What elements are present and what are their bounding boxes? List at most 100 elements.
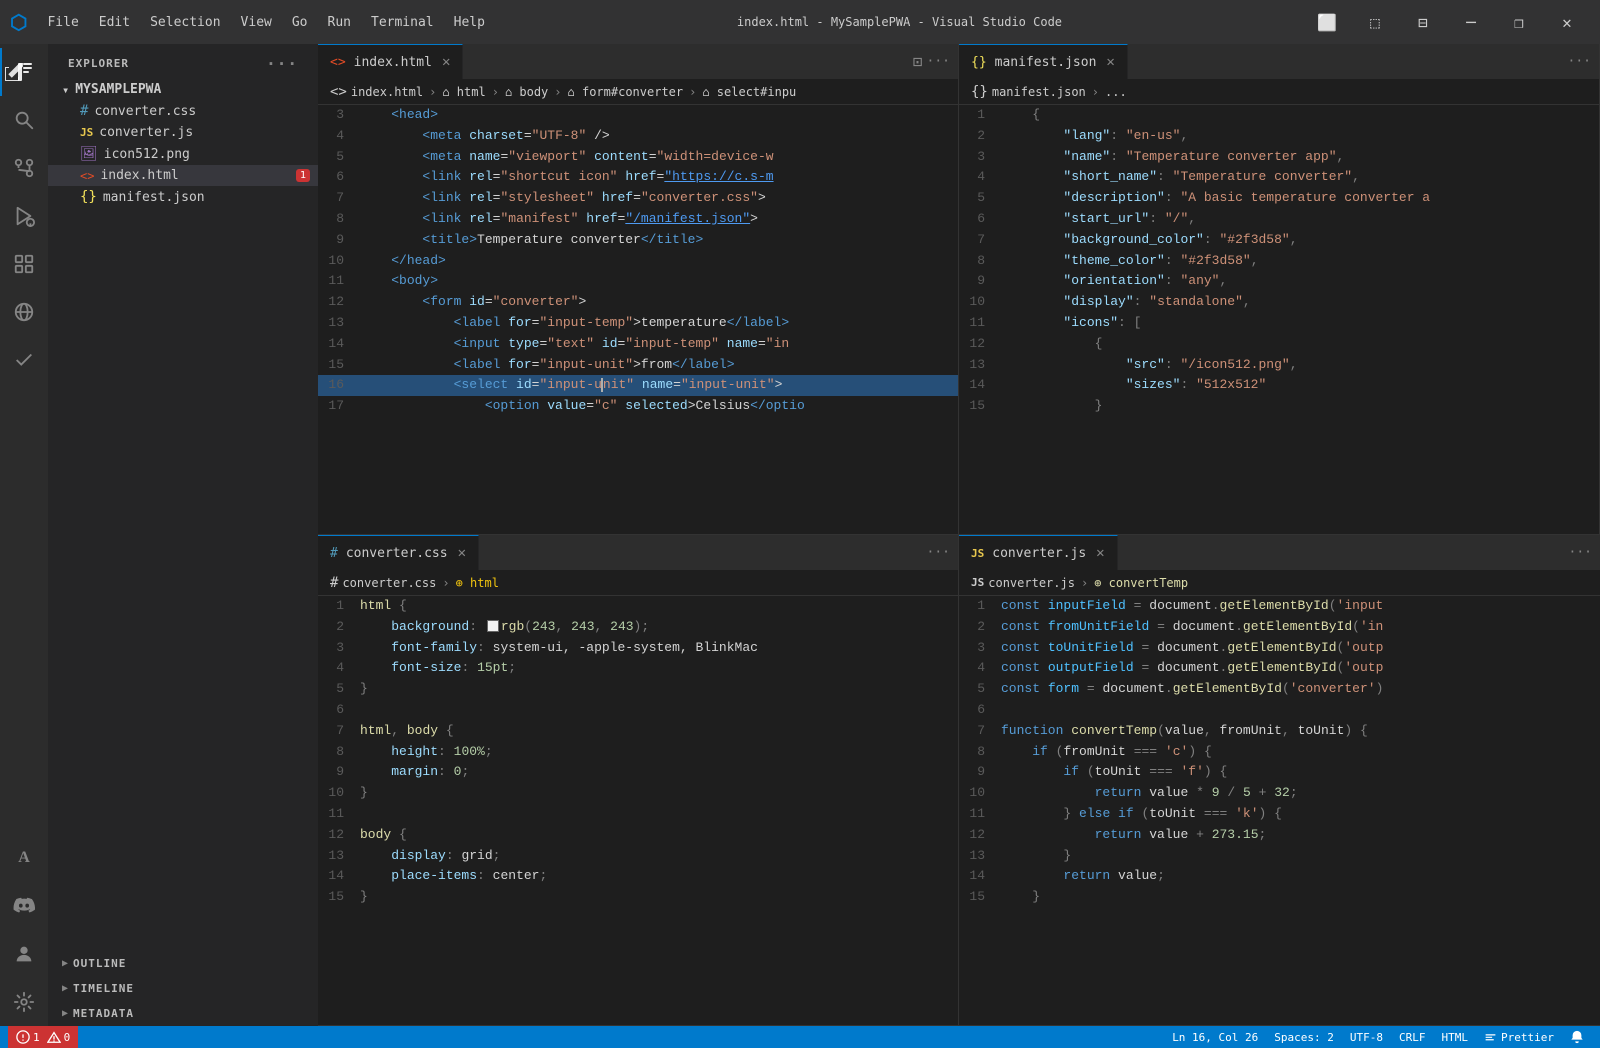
bc-html-selector: ⊕ html bbox=[456, 576, 499, 590]
tab-actions-top-left: ⊡ ··· bbox=[905, 44, 958, 79]
menu-selection[interactable]: Selection bbox=[140, 11, 230, 34]
code-line-10: 10 </head> bbox=[318, 251, 958, 272]
more-actions-icon-right[interactable]: ··· bbox=[1568, 54, 1591, 69]
file-name-converter-css: converter.css bbox=[94, 104, 196, 119]
tab-converter-css[interactable]: # converter.css ✕ bbox=[318, 535, 479, 570]
code-area-converter-js[interactable]: 1 const inputField = document.getElement… bbox=[959, 596, 1600, 1025]
code-area-index-html[interactable]: 3 <head> 4 <meta charset="UTF-8" /> 5 <m… bbox=[318, 105, 958, 534]
activity-run[interactable] bbox=[0, 192, 48, 240]
file-index-html[interactable]: <> index.html 1 bbox=[48, 165, 318, 186]
status-line-ending[interactable]: CRLF bbox=[1391, 1026, 1434, 1048]
js-file-icon: JS bbox=[80, 126, 93, 139]
css-line-14: 14 place-items: center; bbox=[318, 866, 958, 887]
menu-go[interactable]: Go bbox=[282, 11, 318, 34]
folder-chevron: ▾ bbox=[62, 83, 69, 97]
activity-font[interactable]: A bbox=[0, 834, 48, 882]
sidebar: EXPLORER ··· ▾ MYSAMPLEPWA # converter.c… bbox=[48, 44, 318, 1026]
menu-run[interactable]: Run bbox=[318, 11, 361, 34]
tab-name-converter-css: converter.css bbox=[346, 546, 448, 561]
split-icon[interactable]: ⬚ bbox=[1352, 7, 1398, 37]
json-line-15: 15 } bbox=[959, 396, 1599, 417]
breadcrumb-index-html: <> index.html › ⌂ html › ⌂ body › ⌂ form… bbox=[318, 79, 958, 105]
status-encoding[interactable]: UTF-8 bbox=[1342, 1026, 1391, 1048]
menu-terminal[interactable]: Terminal bbox=[361, 11, 444, 34]
activity-source-control[interactable] bbox=[0, 144, 48, 192]
activity-remote[interactable] bbox=[0, 288, 48, 336]
tab-index-html[interactable]: <> index.html ✕ bbox=[318, 44, 463, 79]
explorer-tree: ▾ MYSAMPLEPWA # converter.css JS convert… bbox=[48, 79, 318, 208]
more-actions-css[interactable]: ··· bbox=[927, 545, 950, 560]
activity-explorer[interactable] bbox=[0, 48, 48, 96]
tab-close-manifest-json[interactable]: ✕ bbox=[1106, 54, 1114, 70]
window-controls: ⬜ ⬚ ⊟ ─ ❐ ✕ bbox=[1304, 7, 1590, 37]
css-line-2: 2 background: rgb(243, 243, 243); bbox=[318, 617, 958, 638]
formatter-icon bbox=[1484, 1031, 1497, 1044]
close-button[interactable]: ✕ bbox=[1544, 7, 1590, 37]
json-line-13: 13 "src": "/icon512.png", bbox=[959, 355, 1599, 376]
activity-extensions[interactable] bbox=[0, 240, 48, 288]
timeline-section[interactable]: ▶ TIMELINE bbox=[48, 976, 318, 1001]
more-actions-icon[interactable]: ··· bbox=[927, 54, 950, 69]
menu-file[interactable]: File bbox=[37, 11, 88, 34]
tab-converter-js[interactable]: JS converter.js ✕ bbox=[959, 535, 1118, 570]
split-editor-icon[interactable]: ⊡ bbox=[913, 52, 923, 71]
bc-html-tag: ⌂ html bbox=[442, 85, 485, 99]
activity-accounts[interactable] bbox=[0, 930, 48, 978]
tab-close-converter-css[interactable]: ✕ bbox=[458, 545, 466, 561]
bc-json-icon: {} bbox=[971, 84, 988, 100]
file-manifest-json[interactable]: {} manifest.json bbox=[48, 186, 318, 208]
more-actions-js[interactable]: ··· bbox=[1569, 545, 1592, 560]
menu-view[interactable]: View bbox=[231, 11, 282, 34]
outline-section[interactable]: ▶ OUTLINE bbox=[48, 951, 318, 976]
tab-close-converter-js[interactable]: ✕ bbox=[1096, 545, 1104, 561]
panels-icon[interactable]: ⊟ bbox=[1400, 7, 1446, 37]
layout-icon[interactable]: ⬜ bbox=[1304, 7, 1350, 37]
code-line-6: 6 <link rel="shortcut icon" href="https:… bbox=[318, 167, 958, 188]
minimize-button[interactable]: ─ bbox=[1448, 7, 1494, 37]
status-position[interactable]: Ln 16, Col 26 bbox=[1164, 1026, 1266, 1048]
css-line-3: 3 font-family: system-ui, -apple-system,… bbox=[318, 638, 958, 659]
main-container: A EXPLORER ··· ▾ MYSAMP bbox=[0, 44, 1600, 1026]
status-language[interactable]: HTML bbox=[1434, 1026, 1477, 1048]
status-formatter[interactable]: Prettier bbox=[1476, 1026, 1562, 1048]
code-line-17: 17 <option value="c" selected>Celsius</o… bbox=[318, 396, 958, 417]
code-line-5: 5 <meta name="viewport" content="width=d… bbox=[318, 147, 958, 168]
bc-dots: ... bbox=[1105, 85, 1127, 99]
css-file-icon: # bbox=[80, 103, 88, 119]
activity-search[interactable] bbox=[0, 96, 48, 144]
tab-bar-top-left: <> index.html ✕ ⊡ ··· bbox=[318, 44, 958, 79]
file-converter-js[interactable]: JS converter.js bbox=[48, 122, 318, 143]
tab-manifest-json[interactable]: {} manifest.json ✕ bbox=[959, 44, 1128, 79]
status-error-count[interactable]: 1 0 bbox=[8, 1026, 78, 1048]
status-notifications[interactable] bbox=[1562, 1026, 1592, 1048]
metadata-section[interactable]: ▶ METADATA bbox=[48, 1001, 318, 1026]
editor-pane-converter-js: JS converter.js ✕ ··· JS converter.js › … bbox=[959, 535, 1600, 1026]
json-line-2: 2 "lang": "en-us", bbox=[959, 126, 1599, 147]
maximize-button[interactable]: ❐ bbox=[1496, 7, 1542, 37]
tree-folder-mysamplepwa[interactable]: ▾ MYSAMPLEPWA bbox=[48, 79, 318, 100]
code-area-manifest-json[interactable]: 1 { 2 "lang": "en-us", 3 "name": "Temper… bbox=[959, 105, 1599, 534]
file-icon512-png[interactable]: 🖼 icon512.png bbox=[48, 143, 318, 165]
sidebar-title: EXPLORER bbox=[68, 57, 129, 70]
code-area-converter-css[interactable]: 1 html { 2 background: rgb(243, 243, 243… bbox=[318, 596, 958, 1025]
css-tab-icon: # bbox=[330, 546, 338, 561]
activity-settings[interactable] bbox=[0, 978, 48, 1026]
menu-help[interactable]: Help bbox=[444, 11, 495, 34]
json-line-9: 9 "orientation": "any", bbox=[959, 271, 1599, 292]
tab-close-index-html[interactable]: ✕ bbox=[442, 54, 450, 70]
editor-pane-manifest-json: {} manifest.json ✕ ··· {} manifest.json … bbox=[959, 44, 1600, 535]
activity-discord[interactable] bbox=[0, 882, 48, 930]
bc-manifest: manifest.json bbox=[992, 85, 1086, 99]
code-line-15: 15 <label for="input-unit">from</label> bbox=[318, 355, 958, 376]
activity-testing[interactable] bbox=[0, 336, 48, 384]
menu-edit[interactable]: Edit bbox=[89, 11, 140, 34]
activity-bar: A bbox=[0, 44, 48, 1026]
status-spaces[interactable]: Spaces: 2 bbox=[1266, 1026, 1342, 1048]
code-line-16: 16 <select id="input-unit" name="input-u… bbox=[318, 375, 958, 396]
css-line-11: 11 bbox=[318, 804, 958, 825]
css-line-1: 1 html { bbox=[318, 596, 958, 617]
sidebar-more-button[interactable]: ··· bbox=[266, 54, 298, 73]
file-converter-css[interactable]: # converter.css bbox=[48, 100, 318, 122]
bc-select-tag: ⌂ select#inpu bbox=[702, 85, 796, 99]
code-line-8: 8 <link rel="manifest" href="/manifest.j… bbox=[318, 209, 958, 230]
